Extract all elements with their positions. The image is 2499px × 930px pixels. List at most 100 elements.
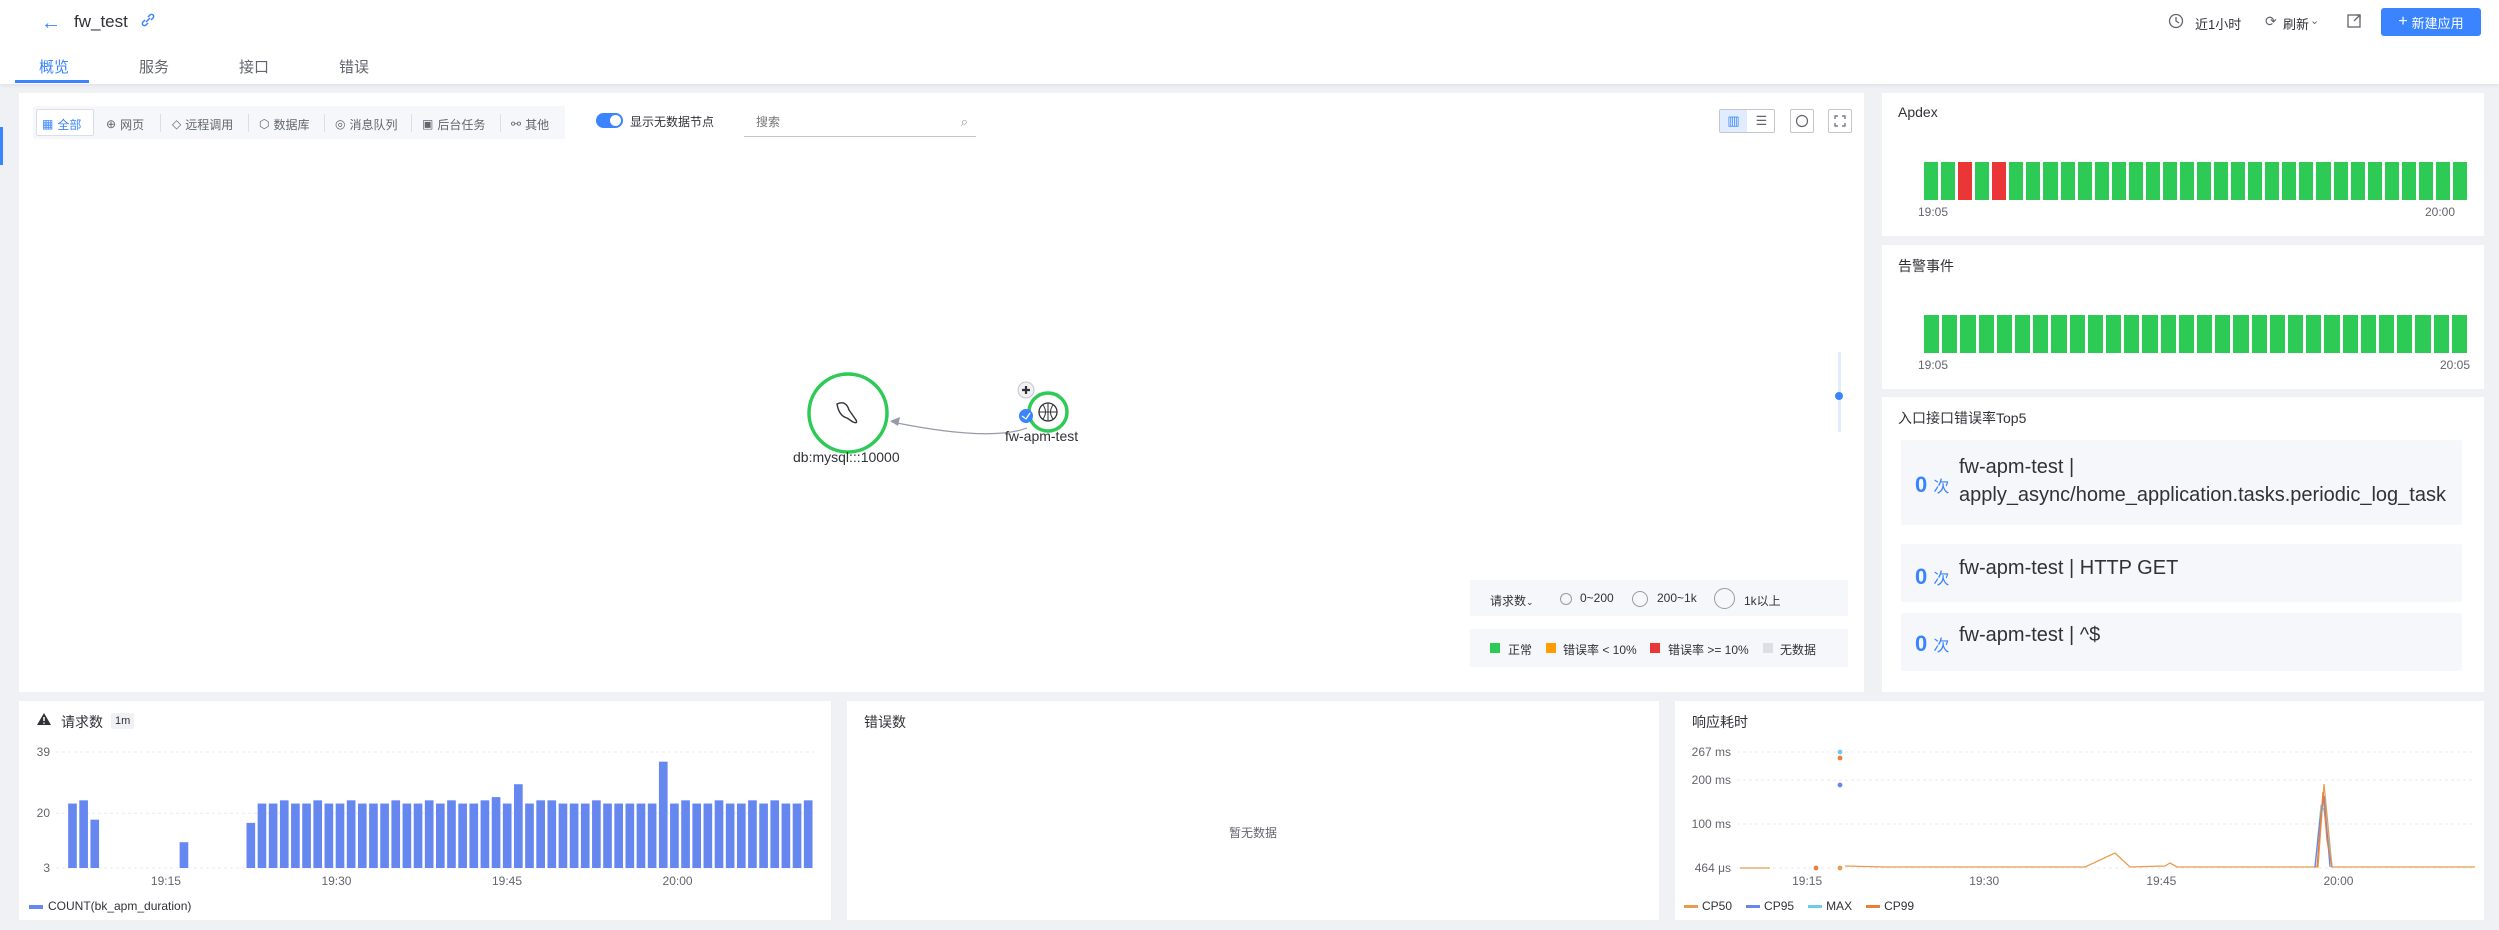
alert-bar[interactable] — [2087, 315, 2103, 353]
alert-bar[interactable] — [2160, 315, 2176, 353]
link-icon[interactable] — [140, 12, 156, 28]
legend-item-cp95[interactable]: CP95 — [1746, 898, 1794, 914]
filter-all[interactable]: ▦ 全部 — [42, 113, 81, 135]
alert-bar[interactable] — [2051, 315, 2067, 353]
db-node[interactable] — [807, 372, 889, 454]
tab-services[interactable]: 服务 — [139, 56, 169, 77]
top5-item[interactable]: 0 次 fw-apm-test | HTTP GET — [1901, 544, 2462, 602]
alert-bar[interactable] — [2069, 315, 2085, 353]
apdex-bar[interactable] — [2299, 162, 2314, 200]
apdex-bar[interactable] — [2026, 162, 2041, 200]
alert-bar[interactable] — [2106, 315, 2122, 353]
top5-item[interactable]: 0 次 fw-apm-test | apply_async/home_applic… — [1901, 440, 2462, 525]
apdex-bar[interactable] — [2282, 162, 2297, 200]
apdex-bar[interactable] — [2043, 162, 2058, 200]
zoom-handle[interactable] — [1835, 392, 1843, 400]
apdex-bar[interactable] — [1958, 162, 1973, 200]
alert-bar[interactable] — [2142, 315, 2158, 353]
requests-legend[interactable]: COUNT(bk_apm_duration) — [48, 899, 191, 913]
refresh-select[interactable]: 刷新 — [2283, 14, 2309, 33]
alert-bar[interactable] — [2433, 315, 2449, 353]
alert-bar[interactable] — [2124, 315, 2140, 353]
apdex-bar[interactable] — [2009, 162, 2024, 200]
apdex-bar[interactable] — [2179, 162, 2194, 200]
apdex-bar[interactable] — [2265, 162, 2280, 200]
alert-bar[interactable] — [2215, 315, 2231, 353]
size-metric-select[interactable]: 请求数⌄ — [1490, 592, 1534, 609]
apdex-bar[interactable] — [2231, 162, 2246, 200]
apdex-bar[interactable] — [2111, 162, 2126, 200]
apdex-bar[interactable] — [2197, 162, 2212, 200]
alert-bar[interactable] — [2251, 315, 2267, 353]
alert-bar[interactable] — [2451, 315, 2467, 353]
alert-bar[interactable] — [1960, 315, 1976, 353]
back-arrow-icon[interactable]: ← — [40, 12, 62, 34]
alert-bar[interactable] — [1978, 315, 1994, 353]
alert-bar[interactable] — [2379, 315, 2395, 353]
alert-bar[interactable] — [2415, 315, 2431, 353]
apdex-bar[interactable] — [2367, 162, 2382, 200]
alert-bar[interactable] — [2197, 315, 2213, 353]
filter-background-task[interactable]: ▣ 后台任务 — [422, 113, 485, 135]
top5-item[interactable]: 0 次 fw-apm-test | ^$ — [1901, 613, 2462, 671]
alert-bar[interactable] — [1942, 315, 1958, 353]
filter-other[interactable]: ⚯ 其他 — [511, 113, 549, 135]
alert-bar[interactable] — [2397, 315, 2413, 353]
apdex-bar[interactable] — [2077, 162, 2092, 200]
topo-view-icon[interactable]: ▥ — [1720, 110, 1747, 132]
fullscreen-icon[interactable] — [2346, 13, 2362, 29]
legend-item-max[interactable]: MAX — [1808, 898, 1852, 914]
refresh-icon[interactable]: ⟳ — [2265, 13, 2279, 29]
alert-bar[interactable] — [1924, 315, 1940, 353]
apdex-bar[interactable] — [2452, 162, 2467, 200]
chevron-down-icon[interactable]: ⌄ — [2310, 14, 2319, 27]
alert-bar[interactable] — [2360, 315, 2376, 353]
tab-errors[interactable]: 错误 — [339, 56, 369, 77]
apdex-bar[interactable] — [2128, 162, 2143, 200]
search-input[interactable] — [744, 109, 944, 135]
alert-bar[interactable] — [2288, 315, 2304, 353]
search-icon[interactable]: ⌕ — [961, 114, 968, 130]
apdex-bar[interactable] — [1924, 162, 1939, 200]
apdex-bar[interactable] — [2401, 162, 2416, 200]
apdex-bar[interactable] — [2435, 162, 2450, 200]
alert-bar[interactable] — [2269, 315, 2285, 353]
apdex-bar[interactable] — [2333, 162, 2348, 200]
alert-bar[interactable] — [2342, 315, 2358, 353]
filter-rpc[interactable]: ◇ 远程调用 — [172, 113, 233, 135]
legend-item-cp50[interactable]: CP50 — [1684, 898, 1732, 914]
legend-item-cp99[interactable]: CP99 — [1866, 898, 1914, 914]
circle-layout-icon[interactable] — [1790, 109, 1814, 133]
alert-bar[interactable] — [2178, 315, 2194, 353]
alert-bar[interactable] — [2233, 315, 2249, 353]
clock-icon[interactable] — [2168, 13, 2184, 29]
alert-bar[interactable] — [2324, 315, 2340, 353]
apdex-bar[interactable] — [2384, 162, 2399, 200]
apdex-bar[interactable] — [2060, 162, 2075, 200]
apdex-bar[interactable] — [2162, 162, 2177, 200]
apdex-bar[interactable] — [1992, 162, 2007, 200]
filter-mq[interactable]: ◎ 消息队列 — [335, 113, 398, 135]
tab-overview[interactable]: 概览 — [39, 56, 69, 77]
filter-web[interactable]: ⊕ 网页 — [106, 113, 144, 135]
apdex-bar[interactable] — [2316, 162, 2331, 200]
apdex-bar[interactable] — [2214, 162, 2229, 200]
alert-bar[interactable] — [2306, 315, 2322, 353]
apdex-bar[interactable] — [2248, 162, 2263, 200]
alert-bar[interactable] — [2015, 315, 2031, 353]
new-app-button[interactable]: + 新建应用 — [2381, 8, 2481, 36]
apdex-bar[interactable] — [2094, 162, 2109, 200]
no-data-toggle[interactable] — [596, 113, 623, 128]
alert-bar[interactable] — [2033, 315, 2049, 353]
list-view-icon[interactable]: ☰ — [1748, 110, 1775, 132]
apdex-bar[interactable] — [2418, 162, 2433, 200]
app-node[interactable] — [1027, 391, 1069, 433]
expand-icon[interactable] — [1828, 109, 1852, 133]
apdex-bar[interactable] — [1975, 162, 1990, 200]
apdex-bar[interactable] — [2350, 162, 2365, 200]
apdex-bar[interactable] — [2145, 162, 2160, 200]
alert-bar[interactable] — [1996, 315, 2012, 353]
time-range-picker[interactable]: 近1小时 — [2195, 14, 2241, 33]
tab-interfaces[interactable]: 接口 — [239, 56, 269, 77]
filter-database[interactable]: ⬡ 数据库 — [259, 113, 310, 135]
